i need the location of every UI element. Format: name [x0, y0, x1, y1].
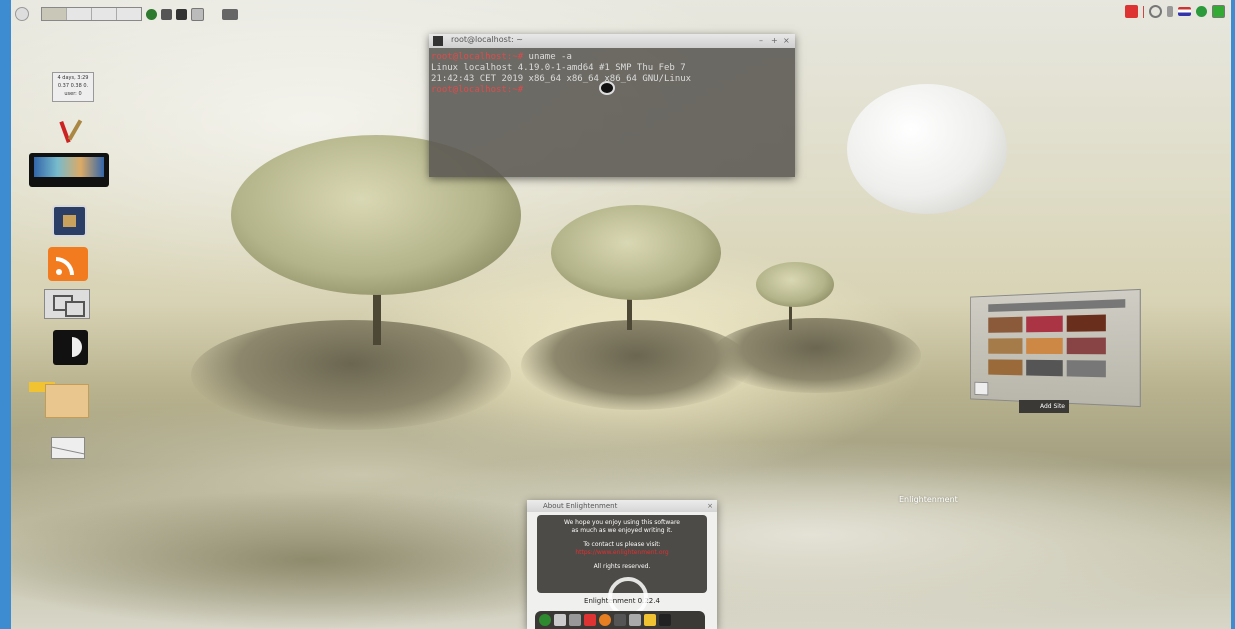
pager[interactable]: [41, 7, 142, 21]
rss-icon[interactable]: [48, 247, 88, 281]
lamp-icon[interactable]: [1167, 6, 1173, 17]
check-icon[interactable]: [1196, 6, 1207, 17]
terminal-line: root@localhost:~# uname -a: [431, 52, 572, 62]
user-line: user: 0: [64, 91, 82, 97]
display-icon[interactable]: [176, 8, 187, 20]
network-monitor-icon[interactable]: [44, 289, 90, 319]
window-list-icon[interactable]: [191, 7, 204, 21]
top-panel-right: [1125, 5, 1225, 18]
close-icon[interactable]: ×: [783, 36, 793, 46]
hill: [711, 318, 921, 393]
about-line: All rights reserved.: [593, 563, 651, 570]
load-line: 0.37 0.38 0.: [57, 83, 89, 89]
uptime-line: 4 days, 3:29: [57, 75, 89, 81]
dock-bar: [535, 611, 705, 629]
app-icon[interactable]: [554, 614, 566, 626]
pager-desktop-icon[interactable]: [67, 8, 92, 20]
about-titlebar[interactable]: About Enlightenment ×: [527, 500, 717, 512]
firefox-icon[interactable]: [599, 614, 611, 626]
mail-icon[interactable]: [51, 434, 85, 459]
top-panel-left: [15, 6, 238, 22]
add-site-button[interactable]: Add Site: [1019, 400, 1069, 413]
app-icon[interactable]: [569, 614, 581, 626]
red-app-icon[interactable]: [1125, 5, 1138, 18]
add-site-label: Add Site: [1039, 403, 1065, 410]
site-preview-widget[interactable]: [962, 283, 1141, 408]
network-icon[interactable]: [146, 8, 157, 20]
monitor-tray-icon[interactable]: [222, 8, 238, 20]
folder-icon[interactable]: [29, 382, 89, 418]
terminal-icon: [433, 36, 443, 46]
close-icon[interactable]: ×: [707, 500, 713, 512]
globe-icon[interactable]: [539, 614, 551, 626]
about-title: About Enlightenment: [543, 502, 618, 510]
pager-desktop-icon[interactable]: [42, 8, 67, 20]
window-icon[interactable]: [1212, 5, 1225, 18]
pager-desktop-icon[interactable]: [92, 8, 117, 20]
terminal-line: Linux localhost 4.19.0-1-amd64 #1 SMP Th…: [431, 63, 686, 73]
paint-brush-icon[interactable]: [59, 115, 89, 144]
desktop-wallpaper: 4 days, 3:29 0.37 0.38 0. user: 0 root@l…: [11, 0, 1231, 629]
battery-icon[interactable]: [161, 8, 172, 20]
flag-us-icon[interactable]: [1178, 7, 1191, 16]
app-icon[interactable]: [584, 614, 596, 626]
hill: [191, 320, 511, 430]
about-line: To contact us please visit:: [583, 541, 661, 548]
app-icon[interactable]: [614, 614, 626, 626]
enlightenment-start-icon[interactable]: [15, 7, 29, 21]
uptime-widget: 4 days, 3:29 0.37 0.38 0. user: 0: [52, 72, 94, 102]
moon-planet: [847, 84, 1007, 214]
tree-canopy: [551, 205, 721, 300]
terminal-titlebar[interactable]: root@localhost: ~ – + ×: [429, 34, 795, 48]
about-link[interactable]: https://www.enlightenment.org: [537, 549, 707, 557]
about-line: We hope you enjoy using this software: [563, 519, 681, 526]
terminal-title: root@localhost: ~: [451, 35, 523, 44]
terminal-busy-icon: [599, 81, 615, 95]
separator: [1143, 5, 1144, 18]
terminal-window[interactable]: root@localhost: ~ – + × root@localhost:~…: [429, 34, 795, 177]
minimize-icon[interactable]: –: [759, 36, 769, 46]
chip-icon[interactable]: [52, 205, 87, 237]
app-icon[interactable]: [659, 614, 671, 626]
maximize-icon[interactable]: +: [771, 36, 781, 46]
star-icon[interactable]: [644, 614, 656, 626]
clock-icon[interactable]: [1149, 5, 1162, 18]
moon-phase-icon[interactable]: [53, 330, 88, 365]
about-line: as much as we enjoyed writing it.: [571, 527, 673, 534]
app-icon[interactable]: [629, 614, 641, 626]
monitor-icon[interactable]: [29, 153, 109, 187]
tree-canopy: [756, 262, 834, 307]
enlightenment-label: Enlightenment: [899, 495, 958, 504]
about-dialog[interactable]: About Enlightenment × We hope you enjoy …: [527, 500, 717, 629]
pager-desktop-icon[interactable]: [117, 8, 141, 20]
